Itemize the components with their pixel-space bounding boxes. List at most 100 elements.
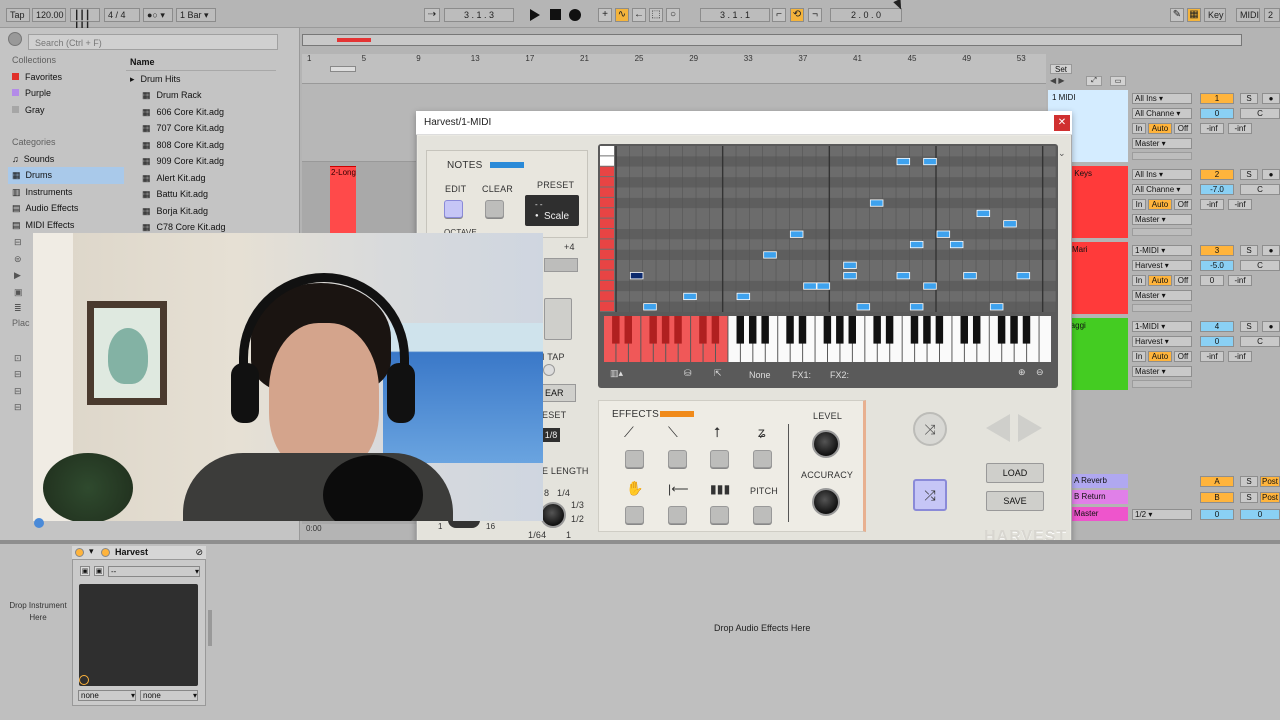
computer-keyboard-icon[interactable]: ▦ (1187, 8, 1201, 22)
volume-value[interactable]: -inf (1200, 123, 1224, 134)
black-key[interactable] (1010, 316, 1018, 344)
effect-button-7[interactable] (710, 506, 729, 524)
stamp-icon[interactable]: ⛁ (684, 368, 692, 379)
monitor-auto[interactable]: Auto (1148, 199, 1172, 210)
input-channel-select[interactable]: Harvest ▾ (1132, 260, 1192, 271)
black-key[interactable] (624, 316, 632, 344)
volume-value[interactable]: -inf (1200, 199, 1224, 210)
device-icon-2[interactable]: ▣ (94, 566, 104, 576)
effect-button-6[interactable] (668, 506, 687, 524)
play-icon[interactable] (530, 9, 540, 21)
track-number[interactable]: 1 (1200, 93, 1234, 104)
output-select[interactable]: Master ▾ (1132, 214, 1192, 225)
device-titlebar[interactable]: ▾ Harvest ⊘ (72, 546, 206, 560)
close-icon[interactable]: ✕ (1054, 115, 1070, 131)
black-key[interactable] (674, 316, 682, 344)
rate-display[interactable] (544, 298, 572, 340)
accuracy-knob[interactable] (812, 488, 840, 516)
loop-length-field[interactable]: 2 . 0 . 0 (830, 8, 902, 22)
output-select[interactable]: Master ▾ (1132, 290, 1192, 301)
nav-arrows-icon[interactable]: ◀ ▶ (1050, 76, 1078, 86)
collection-gray[interactable]: Gray (8, 102, 124, 119)
track-number[interactable]: 3 (1200, 245, 1234, 256)
punch-out-icon[interactable]: ¬ (808, 8, 822, 22)
black-key[interactable] (736, 316, 744, 344)
master-pan[interactable]: 0 (1240, 509, 1280, 520)
re-enable-automation-icon[interactable]: ← (632, 8, 646, 22)
return-b-button[interactable]: B (1200, 492, 1234, 503)
file-row[interactable]: ▦ Drum Rack (126, 87, 276, 104)
browser-toggle-icon[interactable] (8, 32, 22, 46)
black-key[interactable] (711, 316, 720, 344)
key-map-button[interactable]: Key (1204, 8, 1226, 22)
arm-icon[interactable]: ● (1262, 93, 1280, 104)
black-key[interactable] (699, 316, 707, 344)
length-knob[interactable] (540, 502, 566, 528)
volume-value[interactable]: 0 (1200, 275, 1224, 286)
black-key[interactable] (612, 316, 620, 344)
effect-button-2[interactable] (668, 450, 687, 468)
arm-icon[interactable]: ● (1262, 321, 1280, 332)
session-record-icon[interactable]: ○ (666, 8, 680, 22)
return-a-button[interactable]: A (1200, 476, 1234, 487)
volume-value[interactable]: -inf (1200, 351, 1224, 362)
pan-value[interactable]: C (1240, 336, 1280, 347)
shuffle-button[interactable]: ⤮ (913, 479, 947, 511)
black-key[interactable] (923, 316, 931, 344)
master-volume[interactable]: 0 (1200, 509, 1234, 520)
input-channel-select[interactable]: Harvest ▾ (1132, 336, 1192, 347)
level-knob[interactable] (812, 430, 840, 458)
category-instruments[interactable]: ▥ Instruments (8, 184, 124, 201)
black-key[interactable] (848, 316, 856, 344)
send-value[interactable]: 0 (1200, 336, 1234, 347)
input-type-select[interactable]: 1-MIDI ▾ (1132, 245, 1192, 256)
device-fold-icon[interactable]: ▾ (89, 546, 94, 557)
loop-brace[interactable] (330, 66, 356, 72)
collection-purple[interactable]: Purple (8, 85, 124, 102)
master-label[interactable]: Master (1072, 507, 1128, 521)
effect-button-5[interactable] (625, 506, 644, 524)
tap-button[interactable]: Tap (6, 8, 30, 22)
webcam-gear-icon[interactable] (34, 518, 44, 528)
black-key[interactable] (649, 316, 657, 344)
monitor-in[interactable]: In (1132, 351, 1146, 362)
black-key[interactable] (1022, 316, 1031, 344)
input-channel-select[interactable]: All Channe ▾ (1132, 184, 1192, 195)
monitor-off[interactable]: Off (1174, 123, 1192, 134)
zoom-out-icon[interactable]: ⊖ (1036, 367, 1044, 378)
tempo-field[interactable]: 120.00 (32, 8, 66, 22)
return-a-post[interactable]: Post (1260, 476, 1280, 487)
monitor-auto[interactable]: Auto (1148, 123, 1172, 134)
return-b-post[interactable]: Post (1260, 492, 1280, 503)
pan-value[interactable]: C (1240, 184, 1280, 195)
song-position-field[interactable]: 3 . 1 . 3 (444, 8, 514, 22)
pan-readout[interactable]: -inf (1228, 123, 1252, 134)
black-key[interactable] (836, 316, 844, 344)
arm-icon[interactable]: ● (1262, 245, 1280, 256)
stop-icon[interactable] (550, 9, 561, 20)
effect-button-1[interactable] (625, 450, 644, 468)
prev-preset-icon[interactable] (986, 414, 1010, 442)
solo-button[interactable]: S (1240, 169, 1258, 180)
device-select-1[interactable]: none ▾ (78, 690, 136, 701)
capture-icon[interactable]: ⬚ (649, 8, 663, 22)
pan-value[interactable]: C (1240, 108, 1280, 119)
return-b-solo[interactable]: S (1240, 492, 1258, 503)
draw-mode-icon[interactable]: ✎ (1170, 8, 1184, 22)
pan-readout[interactable]: -inf (1228, 351, 1252, 362)
monitor-in[interactable]: In (1132, 275, 1146, 286)
pan-readout[interactable]: -inf (1228, 199, 1252, 210)
pan-readout[interactable]: -inf (1228, 275, 1252, 286)
category-drums[interactable]: ▦ Drums (8, 167, 124, 184)
metronome-toggle-icon[interactable]: ●○ ▾ (143, 8, 173, 22)
device-icon-1[interactable]: ▣ (80, 566, 90, 576)
monitor-auto[interactable]: Auto (1148, 275, 1172, 286)
piano-keyboard[interactable] (604, 316, 1052, 362)
edit-button[interactable] (444, 200, 463, 218)
monitor-in[interactable]: In (1132, 199, 1146, 210)
save-button[interactable]: SAVE (986, 491, 1044, 511)
device-select-2[interactable]: none ▾ (140, 690, 198, 701)
file-row[interactable]: ▦ 909 Core Kit.adg (126, 153, 276, 170)
overview-bar[interactable] (302, 34, 1242, 46)
midi-clip[interactable]: 2-Long (330, 166, 356, 236)
